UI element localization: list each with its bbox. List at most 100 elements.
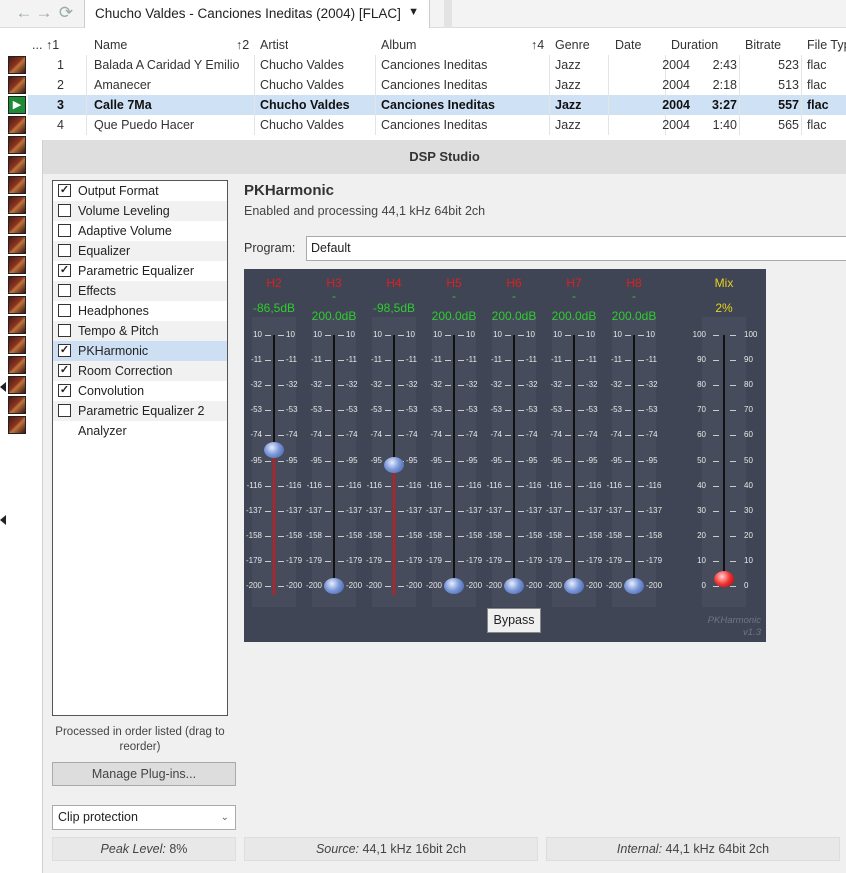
plugin-item[interactable]: ✓ Output Format: [53, 181, 227, 201]
album-art-thumbnail[interactable]: [8, 136, 26, 154]
album-art-thumbnail[interactable]: [8, 376, 26, 394]
harmonic-slider-knob[interactable]: [504, 578, 524, 594]
cell-bitrate: 523: [778, 58, 799, 72]
column-header-genre[interactable]: Genre: [555, 38, 590, 52]
sort-arrow-icon: ↑2: [236, 38, 250, 52]
tick-mark: [730, 560, 736, 562]
table-row[interactable]: 3 Calle 7Ma Chucho Valdes Canciones Inedita…: [28, 95, 846, 115]
tick-mark: [338, 485, 344, 487]
harmonic-value: 200.0dB: [311, 309, 357, 323]
view-tab[interactable]: Chucho Valdes - Canciones Ineditas (2004…: [84, 0, 430, 28]
manage-plugins-button[interactable]: Manage Plug-ins...: [52, 762, 236, 786]
plugin-item[interactable]: Analyzer: [53, 421, 227, 441]
column-header-artist[interactable]: Artist: [260, 38, 288, 52]
play-icon[interactable]: ▶: [8, 96, 26, 114]
checkbox-unchecked[interactable]: [58, 244, 71, 257]
tick-mark: [338, 410, 344, 412]
checkbox-unchecked[interactable]: [58, 324, 71, 337]
cell-artist: Chucho Valdes: [260, 78, 344, 92]
checkbox-checked[interactable]: ✓: [58, 384, 71, 397]
album-art-thumbnail[interactable]: [8, 276, 26, 294]
harmonic-slider-knob[interactable]: [384, 456, 404, 473]
harmonic-slider-knob[interactable]: [444, 578, 464, 594]
plugin-item[interactable]: Parametric Equalizer 2: [53, 401, 227, 421]
column-separator: [86, 55, 87, 75]
tick-label-left: -137: [245, 505, 262, 515]
plugin-item[interactable]: ✓ Room Correction: [53, 361, 227, 381]
refresh-icon[interactable]: ⟳: [56, 3, 76, 23]
album-art-thumbnail[interactable]: [8, 296, 26, 314]
checkbox-unchecked[interactable]: [58, 204, 71, 217]
forward-arrow-icon[interactable]: →: [34, 3, 54, 23]
album-art-thumbnail[interactable]: [8, 396, 26, 414]
plugin-item[interactable]: Volume Leveling: [53, 201, 227, 221]
column-header-filetype[interactable]: File Typ: [807, 38, 846, 52]
table-row[interactable]: 1 Balada A Caridad Y Emilio Chucho Valdes C…: [28, 55, 846, 75]
tick-mark: [265, 485, 271, 487]
plugin-item[interactable]: Headphones: [53, 301, 227, 321]
album-art-thumbnail[interactable]: [8, 76, 26, 94]
album-art-thumbnail[interactable]: [8, 356, 26, 374]
album-art-thumbnail[interactable]: [8, 316, 26, 334]
collapse-arrow-icon[interactable]: [0, 382, 6, 392]
checkbox-unchecked[interactable]: [58, 284, 71, 297]
plugin-item[interactable]: Tempo & Pitch: [53, 321, 227, 341]
tick-mark: [338, 360, 344, 362]
checkbox-checked[interactable]: ✓: [58, 364, 71, 377]
checkbox-unchecked[interactable]: [58, 224, 71, 237]
tick-mark: [385, 510, 391, 512]
checkbox-unchecked[interactable]: [58, 404, 71, 417]
tick-mark: [278, 435, 284, 437]
plugin-item[interactable]: Adaptive Volume: [53, 221, 227, 241]
tick-mark: [730, 535, 736, 537]
checkbox-unchecked[interactable]: [58, 304, 71, 317]
mix-slider-knob[interactable]: [714, 570, 734, 587]
album-art-thumbnail[interactable]: [8, 56, 26, 74]
source-format-status: Source: 44,1 kHz 16bit 2ch: [244, 837, 538, 861]
harmonic-slider-knob[interactable]: [324, 578, 344, 594]
plugin-item[interactable]: ✓ PKHarmonic: [53, 341, 227, 361]
tick-mark: [518, 385, 524, 387]
column-header-album[interactable]: Album: [381, 38, 416, 52]
program-select[interactable]: Default: [306, 236, 846, 261]
harmonic-slider-knob[interactable]: [564, 578, 584, 594]
album-art-thumbnail[interactable]: [8, 176, 26, 194]
checkbox-checked[interactable]: ✓: [58, 184, 71, 197]
cell-filetype: flac: [807, 58, 827, 72]
album-art-thumbnail[interactable]: [8, 116, 26, 134]
album-art-thumbnail[interactable]: [8, 236, 26, 254]
chevron-down-icon[interactable]: ▼: [408, 6, 419, 18]
album-art-thumbnail[interactable]: [8, 196, 26, 214]
clip-protection-select[interactable]: Clip protection ⌄: [52, 805, 236, 830]
plugin-item[interactable]: Equalizer: [53, 241, 227, 261]
table-row[interactable]: 2 Amanecer Chucho Valdes Canciones Ineditas…: [28, 75, 846, 95]
tick-label-left: -53: [550, 405, 562, 415]
column-separator: [254, 75, 255, 95]
column-separator: [375, 55, 376, 75]
back-arrow-icon[interactable]: ←: [14, 3, 34, 23]
checkbox-checked[interactable]: ✓: [58, 344, 71, 357]
checkbox-checked[interactable]: ✓: [58, 264, 71, 277]
column-header-name[interactable]: Name: [94, 38, 127, 52]
table-row[interactable]: 4 Que Puedo Hacer Chucho Valdes Canciones I…: [28, 115, 846, 135]
column-header-num[interactable]: ...: [32, 38, 42, 52]
album-art-thumbnail[interactable]: [8, 256, 26, 274]
collapse-arrow-icon[interactable]: [0, 515, 6, 525]
tick-mark: [278, 535, 284, 537]
tick-mark: [458, 360, 464, 362]
plugin-item[interactable]: ✓ Parametric Equalizer: [53, 261, 227, 281]
album-art-thumbnail[interactable]: [8, 416, 26, 434]
bypass-button[interactable]: Bypass: [487, 608, 541, 633]
album-art-thumbnail[interactable]: [8, 156, 26, 174]
plugin-item[interactable]: Effects: [53, 281, 227, 301]
album-art-thumbnail[interactable]: [8, 216, 26, 234]
tick-mark: [338, 560, 344, 562]
tick-mark: [458, 385, 464, 387]
column-header-date[interactable]: Date: [615, 38, 641, 52]
column-header-bitrate[interactable]: Bitrate: [745, 38, 781, 52]
tick-mark: [518, 535, 524, 537]
album-art-thumbnail[interactable]: [8, 336, 26, 354]
harmonic-slider-knob[interactable]: [624, 578, 644, 594]
plugin-item[interactable]: ✓ Convolution: [53, 381, 227, 401]
column-header-duration[interactable]: Duration: [671, 38, 718, 52]
